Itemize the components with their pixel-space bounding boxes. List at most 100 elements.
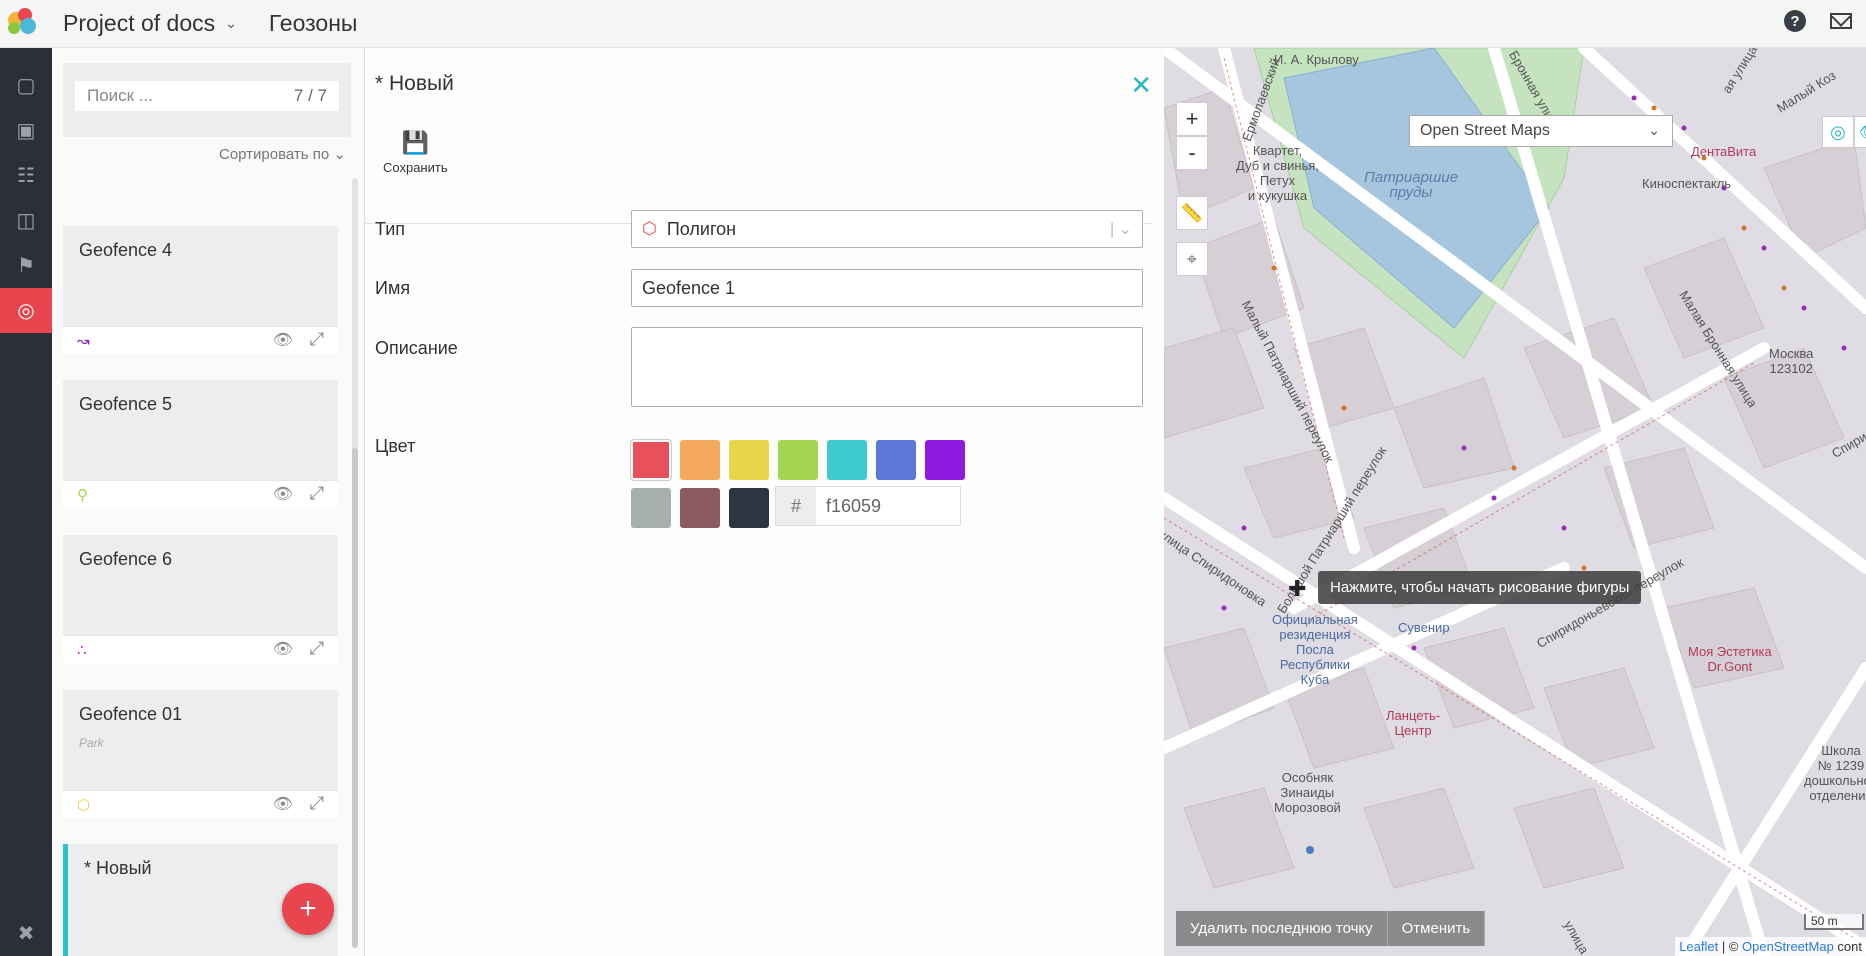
hex-value: f16059: [826, 495, 882, 516]
card-name: Geofence 6: [79, 549, 173, 569]
map-label-lancet: Ланцеть- Центр: [1386, 708, 1441, 738]
chevron-down-icon: ⌄: [333, 146, 346, 163]
geofence-card[interactable]: Geofence 6 ∴ 👁 ⤢: [63, 535, 338, 663]
name-input[interactable]: Geofence 1: [631, 269, 1143, 307]
card-name: Geofence 4: [79, 240, 173, 260]
geofence-edit-panel: * Новый ✕ 💾 Сохранить Тип ⬡ Полигон | ⌄ …: [364, 48, 1164, 956]
color-swatch[interactable]: [631, 488, 671, 528]
polyline-icon: ↝: [77, 333, 90, 350]
fit-bounds-icon[interactable]: ⤢: [310, 329, 324, 350]
cancel-draw-button[interactable]: Отменить: [1387, 911, 1486, 946]
code-icon[interactable]: ◫: [0, 198, 52, 243]
fit-bounds-icon[interactable]: ⤢: [310, 638, 324, 659]
color-swatch[interactable]: [729, 440, 769, 480]
geofences-icon[interactable]: ◎: [0, 288, 52, 333]
attrib-separator: | ©: [1718, 939, 1743, 954]
color-swatch[interactable]: [631, 440, 671, 480]
delete-last-point-button[interactable]: Удалить последнюю точку: [1176, 911, 1388, 946]
mail-icon[interactable]: [1830, 13, 1852, 29]
layer-select[interactable]: Open Street Maps ⌄: [1409, 115, 1673, 147]
polygon-icon: ⬡: [77, 797, 91, 814]
layer-value: Open Street Maps: [1420, 122, 1550, 139]
close-icon[interactable]: ✕: [1130, 70, 1152, 101]
tools-icon[interactable]: ✖: [0, 921, 52, 946]
color-swatch[interactable]: [876, 440, 916, 480]
map-label-moskva: Москва 123102: [1769, 346, 1814, 376]
description-textarea[interactable]: [631, 327, 1143, 407]
eye-icon[interactable]: 👁: [273, 330, 293, 350]
card-name: * Новый: [84, 858, 152, 878]
eye-icon[interactable]: 👁: [273, 639, 293, 659]
color-label: Цвет: [375, 436, 416, 456]
hex-color-input[interactable]: # f16059: [775, 486, 961, 526]
draw-tooltip: Нажмите, чтобы начать рисование фигуры: [1318, 571, 1642, 604]
project-switcher[interactable]: Project of docs ⌄: [63, 10, 237, 37]
geofence-card[interactable]: Geofence 5 ⚲ 👁 ⤢: [63, 380, 338, 508]
hierarchy-icon[interactable]: ☷: [0, 153, 52, 198]
save-button[interactable]: 💾 Сохранить: [383, 130, 448, 175]
sort-dropdown[interactable]: Сортировать по ⌄: [219, 145, 346, 163]
map-label-school: Школа № 1239 дошкольное отделение: [1804, 743, 1866, 803]
color-swatch[interactable]: [827, 440, 867, 480]
geofence-card[interactable]: Geofence 4 ↝ 👁 ⤢: [63, 226, 338, 354]
multipoint-icon: ∴: [77, 642, 87, 659]
tag-icon[interactable]: ⚑: [0, 243, 52, 288]
name-value: Geofence 1: [642, 277, 736, 298]
fit-bounds-icon[interactable]: ⤢: [310, 793, 324, 814]
page-title: Геозоны: [268, 10, 358, 36]
map-label-dentavita: ДентаВита: [1691, 144, 1757, 159]
map-attribution: Leaflet | © OpenStreetMap cont: [1675, 937, 1866, 956]
type-value: Полигон: [666, 218, 737, 239]
geofence-card[interactable]: Geofence 01 Park ⬡ 👁 ⤢: [63, 690, 338, 818]
target-icon[interactable]: ◎: [1822, 116, 1854, 148]
map-label-residence: Официальная резиденция Посла Республики …: [1272, 612, 1358, 687]
edit-title: * Новый: [375, 72, 454, 95]
card-name: Geofence 01: [79, 704, 183, 724]
top-bar: Project of docs ⌄ Геозоны ?: [0, 0, 1866, 48]
sort-label: Сортировать по: [218, 146, 330, 163]
map-label-krylov: И. А. Крылову: [1274, 52, 1359, 67]
type-label: Тип: [375, 219, 406, 239]
map-label-osobnyak: Особняк Зинаиды Морозовой: [1274, 770, 1341, 815]
ruler-icon[interactable]: 📏: [1176, 196, 1208, 230]
save-label: Сохранить: [383, 160, 448, 175]
type-select[interactable]: ⬡ Полигон | ⌄: [631, 210, 1143, 248]
map-view[interactable]: И. А. Крылову Патриаршие пруды Квартет, …: [1164, 48, 1866, 956]
color-swatch[interactable]: [925, 440, 965, 480]
color-swatch[interactable]: [778, 440, 818, 480]
card-name: Geofence 5: [79, 394, 173, 414]
list-scrollbar[interactable]: [352, 178, 358, 948]
help-icon[interactable]: ?: [1784, 10, 1806, 32]
add-geofence-button[interactable]: +: [282, 883, 334, 935]
osm-link[interactable]: OpenStreetMap: [1742, 939, 1834, 954]
zoom-out-button[interactable]: -: [1176, 136, 1208, 170]
locate-icon[interactable]: ⌖: [1176, 242, 1208, 276]
color-swatch[interactable]: [680, 440, 720, 480]
eye-icon[interactable]: 👁: [273, 484, 293, 504]
search-count: 7 / 7: [293, 86, 327, 105]
color-swatch[interactable]: [680, 488, 720, 528]
attrib-tail: cont: [1833, 939, 1862, 954]
edit-toolbar: [365, 124, 1153, 224]
chevron-down-icon: | ⌄: [1109, 221, 1132, 238]
chevron-down-icon: ⌄: [225, 15, 237, 31]
search-input[interactable]: Поиск ... 7 / 7: [75, 81, 339, 111]
frame-icon[interactable]: ▣: [0, 108, 52, 153]
objects-icon[interactable]: ▢: [0, 63, 52, 108]
name-label: Имя: [375, 278, 411, 298]
leaflet-link[interactable]: Leaflet: [1679, 939, 1718, 954]
floppy-icon: 💾: [401, 130, 429, 155]
marker-icon: ⚲: [77, 487, 88, 504]
zoom-in-button[interactable]: +: [1176, 102, 1208, 136]
color-swatch[interactable]: [729, 488, 769, 528]
map-label-kinospektakl: Киноспектакль: [1642, 176, 1732, 191]
polygon-icon: ⬡: [642, 219, 657, 238]
fit-bounds-icon[interactable]: ⤢: [310, 483, 324, 504]
eye-icon[interactable]: 👁: [1854, 116, 1866, 148]
app-logo[interactable]: [0, 0, 50, 48]
eye-icon[interactable]: 👁: [273, 794, 293, 814]
crosshair-cursor-icon: ✚: [1288, 576, 1307, 601]
chevron-down-icon: ⌄: [1648, 122, 1660, 138]
left-nav-rail: ▢ ▣ ☷ ◫ ⚑ ◎ ✖: [0, 48, 52, 956]
description-label: Описание: [375, 338, 458, 358]
